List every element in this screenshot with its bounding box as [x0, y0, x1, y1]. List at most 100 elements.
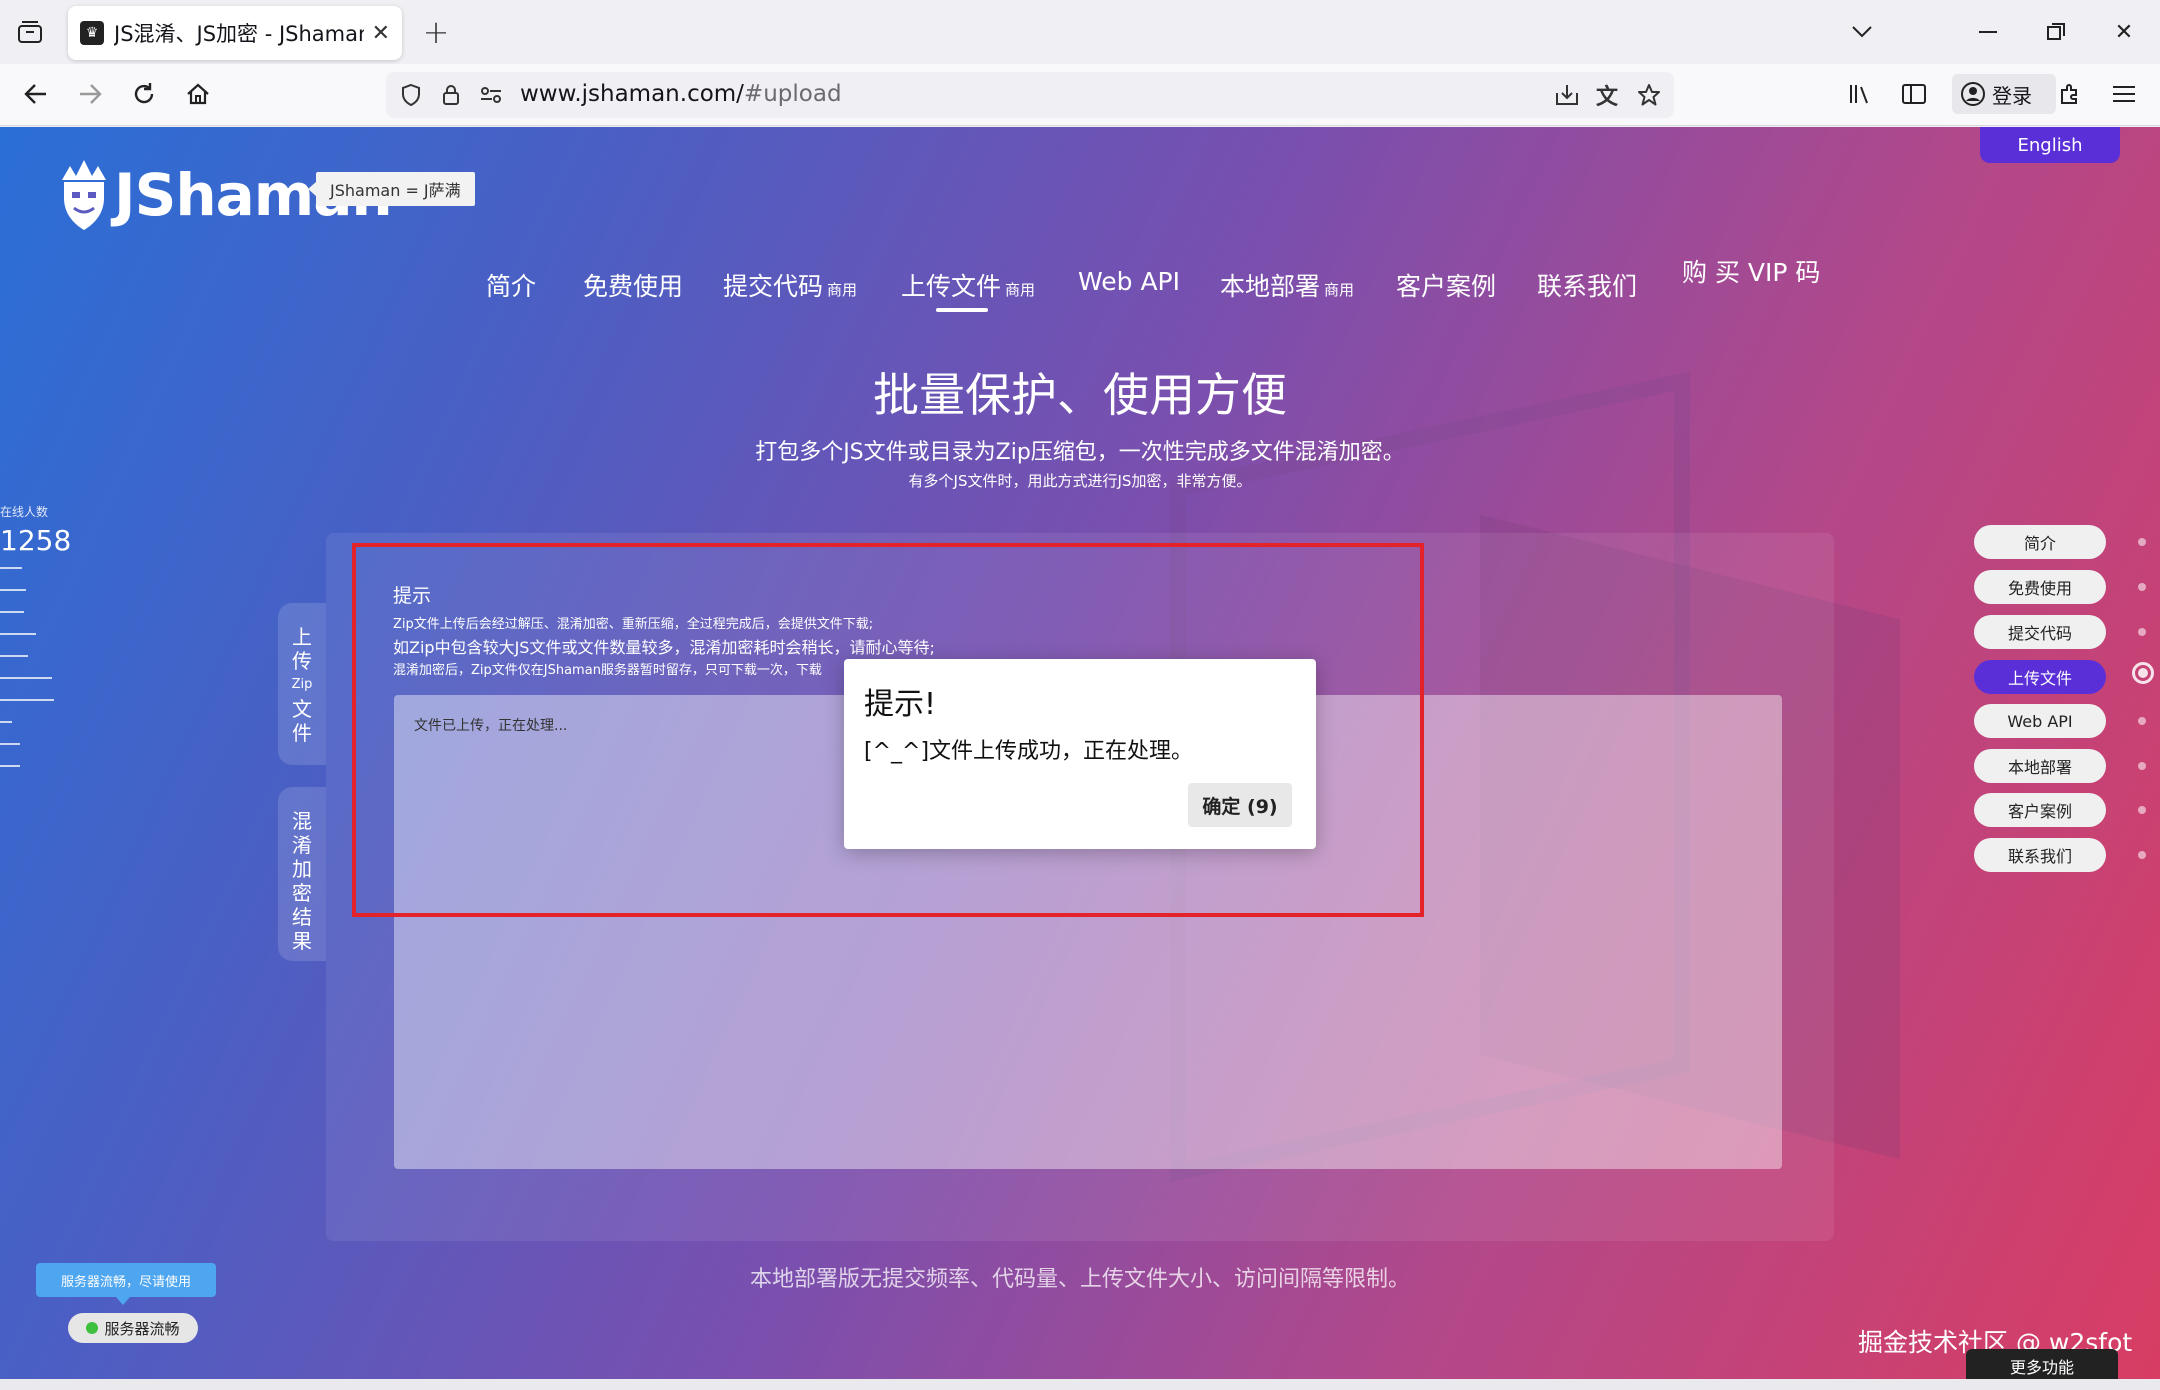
- section-dot[interactable]: [2138, 583, 2146, 591]
- url-text[interactable]: www.jshaman.com/#upload: [520, 81, 842, 107]
- online-users-count: 1258: [0, 524, 72, 557]
- nav-intro[interactable]: 简介: [486, 267, 536, 303]
- library-icon[interactable]: [1840, 74, 1880, 114]
- side-tab-char: 件: [292, 721, 312, 745]
- home-icon[interactable]: [178, 74, 218, 114]
- section-dot[interactable]: [2138, 538, 2146, 546]
- tracking-shield-icon[interactable]: [394, 78, 428, 112]
- status-green-dot-icon: [86, 1322, 99, 1334]
- shaman-crown-icon: [56, 158, 112, 232]
- close-window-icon[interactable]: ✕: [2104, 12, 2144, 52]
- nav-buy-vip-code[interactable]: 购 买 VIP 码: [1682, 253, 1820, 289]
- nav-upload-file[interactable]: 上传文件 商用: [901, 267, 1035, 303]
- side-nav-contact-us[interactable]: 联系我们: [1974, 838, 2106, 872]
- section-dot[interactable]: [2138, 717, 2146, 725]
- new-tab-icon[interactable]: +: [418, 13, 454, 51]
- side-nav-intro[interactable]: 简介: [1974, 525, 2106, 559]
- section-dot[interactable]: [2138, 762, 2146, 770]
- side-nav-customer-cases[interactable]: 客户案例: [1974, 793, 2106, 827]
- nav-label: 购 买 VIP 码: [1682, 258, 1821, 287]
- online-history-bar: [0, 699, 54, 701]
- local-deploy-note: 本地部署版无提交频率、代码量、上传文件大小、访问间隔等限制。: [749, 1267, 1410, 1292]
- online-history-bar: [0, 611, 24, 613]
- tab-list-icon[interactable]: [12, 14, 48, 50]
- upload-zip-side-tab[interactable]: 上 传 Zip 文 件: [278, 603, 326, 765]
- nav-label: 本地部署: [1220, 272, 1321, 301]
- side-nav-free-use[interactable]: 免费使用: [1974, 570, 2106, 604]
- side-tab-char: 淆: [292, 833, 312, 857]
- nav-submit-code[interactable]: 提交代码 商用: [723, 267, 857, 303]
- side-tab-char: Zip: [291, 677, 313, 692]
- account-signin-button[interactable]: 登录: [1952, 74, 2056, 114]
- web-page: JShaman JShaman = J萨满 English 简介 免费使用 提交…: [0, 127, 2160, 1390]
- side-nav-local-deploy[interactable]: 本地部署: [1974, 749, 2106, 783]
- active-browser-tab[interactable]: ♛ JS混淆、JS加密 - JShaman专业 ✕: [68, 6, 402, 60]
- server-status-badge[interactable]: 服务器流畅: [68, 1313, 198, 1343]
- minimize-window-icon[interactable]: [1968, 12, 2008, 52]
- server-status-tooltip: 服务器流畅，尽请使用: [36, 1263, 216, 1305]
- hero-note: 有多个JS文件时，用此方式进行JS加密，非常方便。: [908, 472, 1252, 490]
- section-dot[interactable]: [2138, 628, 2146, 636]
- save-page-download-icon[interactable]: [1550, 78, 1584, 112]
- forward-arrow-icon[interactable]: [70, 74, 110, 114]
- logo-tagline: JShaman = J萨满: [308, 172, 475, 206]
- bookmark-star-icon[interactable]: [1632, 78, 1666, 112]
- app-menu-hamburger-icon[interactable]: [2104, 74, 2144, 114]
- active-nav-underline: [936, 308, 988, 312]
- nav-customer-cases[interactable]: 客户案例: [1396, 267, 1496, 303]
- server-status-label: 服务器流畅: [104, 1319, 180, 1338]
- nav-free-use[interactable]: 免费使用: [583, 267, 683, 303]
- nav-label: 免费使用: [583, 272, 684, 301]
- url-host: www.jshaman.com/: [520, 81, 744, 107]
- obfuscation-result-side-tab[interactable]: 混 淆 加 密 结 果: [278, 787, 326, 961]
- back-arrow-icon[interactable]: [16, 74, 56, 114]
- nav-label: 提交代码: [723, 272, 824, 301]
- online-history-bar: [0, 721, 12, 723]
- side-tab-char: 混: [292, 809, 312, 833]
- translate-icon[interactable]: 文: [1590, 78, 1624, 112]
- page-bottom-edge: [0, 1379, 2160, 1390]
- nav-label: Web API: [1078, 267, 1181, 296]
- nav-commercial-tag: 商用: [1005, 281, 1036, 299]
- account-avatar-icon: [1961, 82, 1985, 106]
- tab-overflow-chevron-icon[interactable]: [1842, 12, 1882, 52]
- nav-label: 简介: [486, 272, 537, 301]
- online-history-bar: [0, 655, 28, 657]
- english-language-button[interactable]: English: [1980, 127, 2120, 163]
- close-tab-icon[interactable]: ✕: [372, 21, 390, 46]
- side-tab-char: 文: [292, 697, 312, 721]
- section-dot[interactable]: [2138, 806, 2146, 814]
- dialog-title: 提示!: [864, 687, 937, 722]
- restore-window-icon[interactable]: [2036, 12, 2076, 52]
- hero-subtitle: 打包多个JS文件或目录为Zip压缩包，一次性完成多文件混淆加密。: [755, 440, 1405, 465]
- online-history-bar: [0, 765, 20, 767]
- side-nav-submit-code[interactable]: 提交代码: [1974, 615, 2106, 649]
- section-dot-active[interactable]: [2132, 662, 2154, 684]
- nav-web-api[interactable]: Web API: [1078, 267, 1180, 296]
- nav-contact-us[interactable]: 联系我们: [1537, 267, 1637, 303]
- address-bar[interactable]: www.jshaman.com/#upload 文: [386, 72, 1674, 118]
- side-nav-web-api[interactable]: Web API: [1974, 704, 2106, 738]
- nav-label: 客户案例: [1396, 272, 1497, 301]
- side-nav-upload-file[interactable]: 上传文件: [1974, 660, 2106, 694]
- lock-icon[interactable]: [434, 78, 468, 112]
- nav-local-deploy[interactable]: 本地部署 商用: [1220, 267, 1354, 303]
- extensions-puzzle-icon[interactable]: [2050, 74, 2090, 114]
- alert-dialog: 提示! [^_^]文件上传成功，正在处理。 确定 (9): [844, 659, 1316, 849]
- nav-label: 联系我们: [1537, 272, 1638, 301]
- hero-title: 批量保护、使用方便: [873, 368, 1287, 422]
- more-features-button[interactable]: 更多功能: [1966, 1349, 2118, 1383]
- side-tab-char: 传: [292, 649, 312, 673]
- section-dot[interactable]: [2138, 851, 2146, 859]
- side-tab-char: 果: [292, 929, 312, 953]
- online-history-bar: [0, 567, 22, 569]
- dialog-ok-button[interactable]: 确定 (9): [1188, 783, 1292, 827]
- side-tab-char: 上: [292, 625, 312, 649]
- reload-icon[interactable]: [124, 74, 164, 114]
- dialog-message: [^_^]文件上传成功，正在处理。: [864, 739, 1194, 764]
- online-users-widget: 在线人数 1258: [0, 503, 71, 557]
- sidebar-toggle-icon[interactable]: [1894, 74, 1934, 114]
- online-users-label: 在线人数: [0, 505, 49, 519]
- online-history-bar: [0, 633, 36, 635]
- site-permissions-icon[interactable]: [474, 78, 508, 112]
